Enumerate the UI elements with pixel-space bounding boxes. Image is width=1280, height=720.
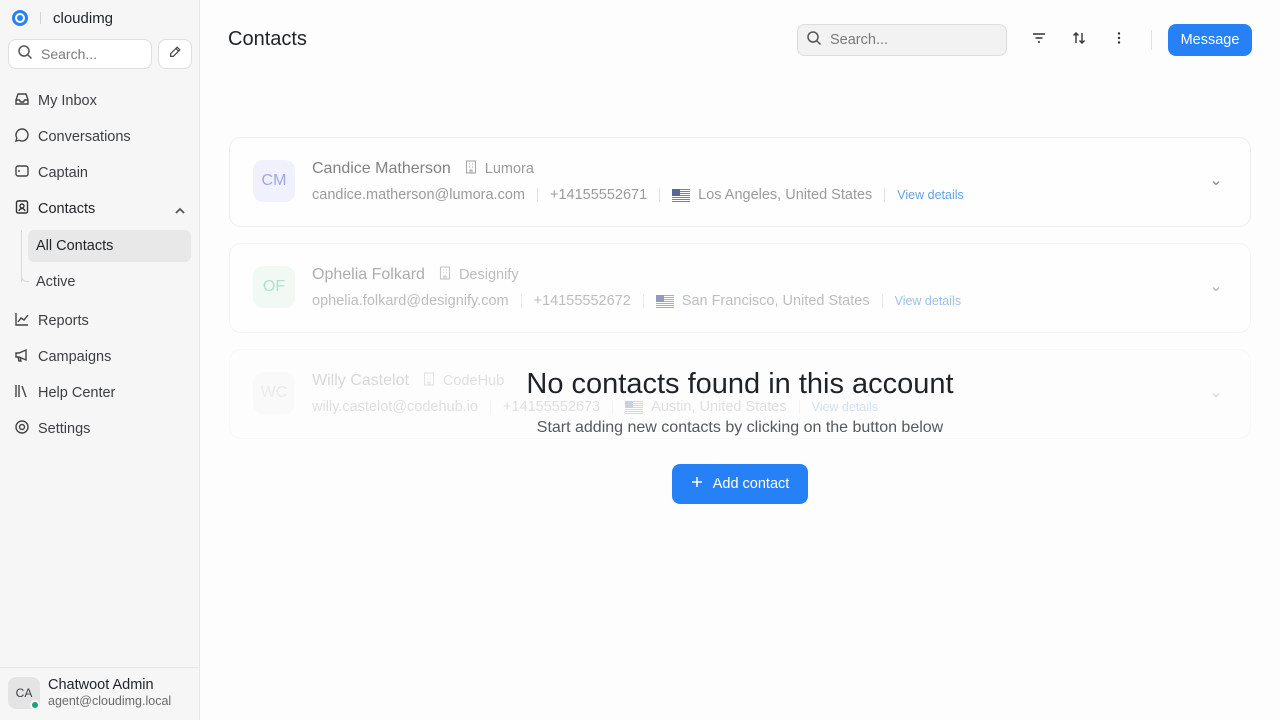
contact-avatar: CM <box>253 160 295 202</box>
sidebar-item-contacts[interactable]: Contacts <box>8 194 192 224</box>
sidebar-search-input[interactable] <box>41 46 141 62</box>
contact-details: candice.matherson@lumora.com +1415555267… <box>312 187 964 203</box>
building-icon <box>465 160 485 178</box>
contact-details: willy.castelot@codehub.io +14155552673 A… <box>312 399 878 415</box>
divider <box>536 188 538 202</box>
contact-company-name: Lumora <box>484 161 534 177</box>
online-status-indicator <box>30 700 40 710</box>
divider <box>881 294 883 308</box>
user-profile[interactable]: CA Chatwoot Admin agent@cloudimg.local <box>0 667 199 720</box>
inbox-icon <box>14 91 38 111</box>
contact-location: Austin, United States <box>651 399 787 415</box>
captain-icon <box>14 163 38 183</box>
brand-divider <box>40 12 41 24</box>
chart-line-icon <box>14 311 38 331</box>
sidebar: cloudimg My Inbox Conversations Captain … <box>0 0 200 720</box>
compose-button[interactable] <box>158 39 192 69</box>
sidebar-item-conversations[interactable]: Conversations <box>8 122 192 152</box>
sidebar-item-active[interactable]: Active <box>28 266 191 298</box>
add-contact-label: Add contact <box>712 476 790 492</box>
sidebar-item-label: Contacts <box>38 201 96 217</box>
chevron-up-icon[interactable] <box>172 203 185 215</box>
us-flag-icon <box>655 294 674 308</box>
brand[interactable]: cloudimg <box>12 9 114 27</box>
contact-location: San Francisco, United States <box>681 293 870 309</box>
chevron-down-icon <box>1210 176 1222 188</box>
placeholder-contact-card: OF Ophelia Folkard Designify ophelia.fol… <box>229 243 1251 333</box>
us-flag-icon <box>625 400 644 414</box>
sort-icon <box>1071 30 1087 51</box>
sidebar-item-label: My Inbox <box>38 93 97 109</box>
divider <box>659 188 661 202</box>
contact-name-row: Ophelia Folkard Designify <box>312 266 519 284</box>
contact-email: ophelia.folkard@designify.com <box>312 293 509 309</box>
more-vertical-icon <box>1111 30 1127 51</box>
contact-name: Candice Matherson <box>312 160 451 177</box>
divider <box>642 294 644 308</box>
divider <box>612 400 614 414</box>
contact-email: candice.matherson@lumora.com <box>312 187 525 203</box>
view-details-link: View details <box>811 400 879 414</box>
contact-name-row: Candice Matherson Lumora <box>312 160 534 178</box>
sidebar-item-captain[interactable]: Captain <box>8 158 192 188</box>
chevron-down-icon <box>1210 282 1222 294</box>
contact-phone: +14155552672 <box>533 293 631 309</box>
contacts-search[interactable] <box>797 24 1007 56</box>
view-details-link: View details <box>894 294 962 308</box>
contact-company: Lumora <box>465 160 534 178</box>
sidebar-search[interactable] <box>8 39 152 69</box>
us-flag-icon <box>672 188 691 202</box>
pencil-icon <box>168 45 182 64</box>
sidebar-item-reports[interactable]: Reports <box>8 306 192 336</box>
empty-state-title: No contacts found in this account <box>526 368 954 400</box>
contact-company-name: Designify <box>458 267 519 283</box>
sidebar-item-label: Campaigns <box>38 349 112 365</box>
building-icon <box>439 266 459 284</box>
contact-phone: +14155552671 <box>549 187 648 203</box>
header-divider <box>1151 30 1152 50</box>
sort-button[interactable] <box>1067 28 1091 52</box>
contact-company: Designify <box>439 266 519 284</box>
more-options-button[interactable] <box>1107 28 1131 52</box>
contacts-icon <box>14 199 38 219</box>
contact-phone: +14155552673 <box>502 399 601 415</box>
profile-name: Chatwoot Admin <box>48 677 154 693</box>
sidebar-item-label: Conversations <box>38 129 131 145</box>
sidebar-item-label: Captain <box>38 165 88 181</box>
megaphone-icon <box>14 347 38 367</box>
profile-email: agent@cloudimg.local <box>48 694 172 708</box>
sidebar-item-all-contacts[interactable]: All Contacts <box>28 230 191 262</box>
divider <box>520 294 522 308</box>
sidebar-subitem-label: All Contacts <box>36 238 114 254</box>
search-icon <box>17 44 33 65</box>
add-contact-button[interactable]: Add contact <box>672 464 808 504</box>
filter-button[interactable] <box>1027 28 1051 52</box>
brand-logo-icon <box>12 10 28 26</box>
search-icon <box>806 30 822 51</box>
brand-name: cloudimg <box>53 9 114 27</box>
sidebar-subitem-label: Active <box>36 274 76 290</box>
placeholder-contact-card: CM Candice Matherson Lumora candice.math… <box>229 137 1251 227</box>
contact-details: ophelia.folkard@designify.com +141555526… <box>312 293 961 309</box>
chat-bubble-icon <box>14 127 38 147</box>
divider <box>798 400 800 414</box>
contact-location: Los Angeles, United States <box>698 187 873 203</box>
plus-icon <box>691 476 713 492</box>
sidebar-item-label: Reports <box>38 313 89 329</box>
divider <box>884 188 886 202</box>
contact-avatar: OF <box>253 266 295 308</box>
contact-name: Ophelia Folkard <box>312 266 425 283</box>
message-button[interactable]: Message <box>1168 24 1252 56</box>
contact-email: willy.castelot@codehub.io <box>312 399 478 415</box>
divider <box>489 400 491 414</box>
view-details-link: View details <box>897 188 964 202</box>
sidebar-item-my-inbox[interactable]: My Inbox <box>8 86 192 116</box>
filter-icon <box>1031 30 1047 51</box>
page-title: Contacts <box>228 28 307 50</box>
empty-state-subtitle: Start adding new contacts by clicking on… <box>536 419 944 436</box>
contacts-search-input[interactable] <box>830 32 1000 48</box>
